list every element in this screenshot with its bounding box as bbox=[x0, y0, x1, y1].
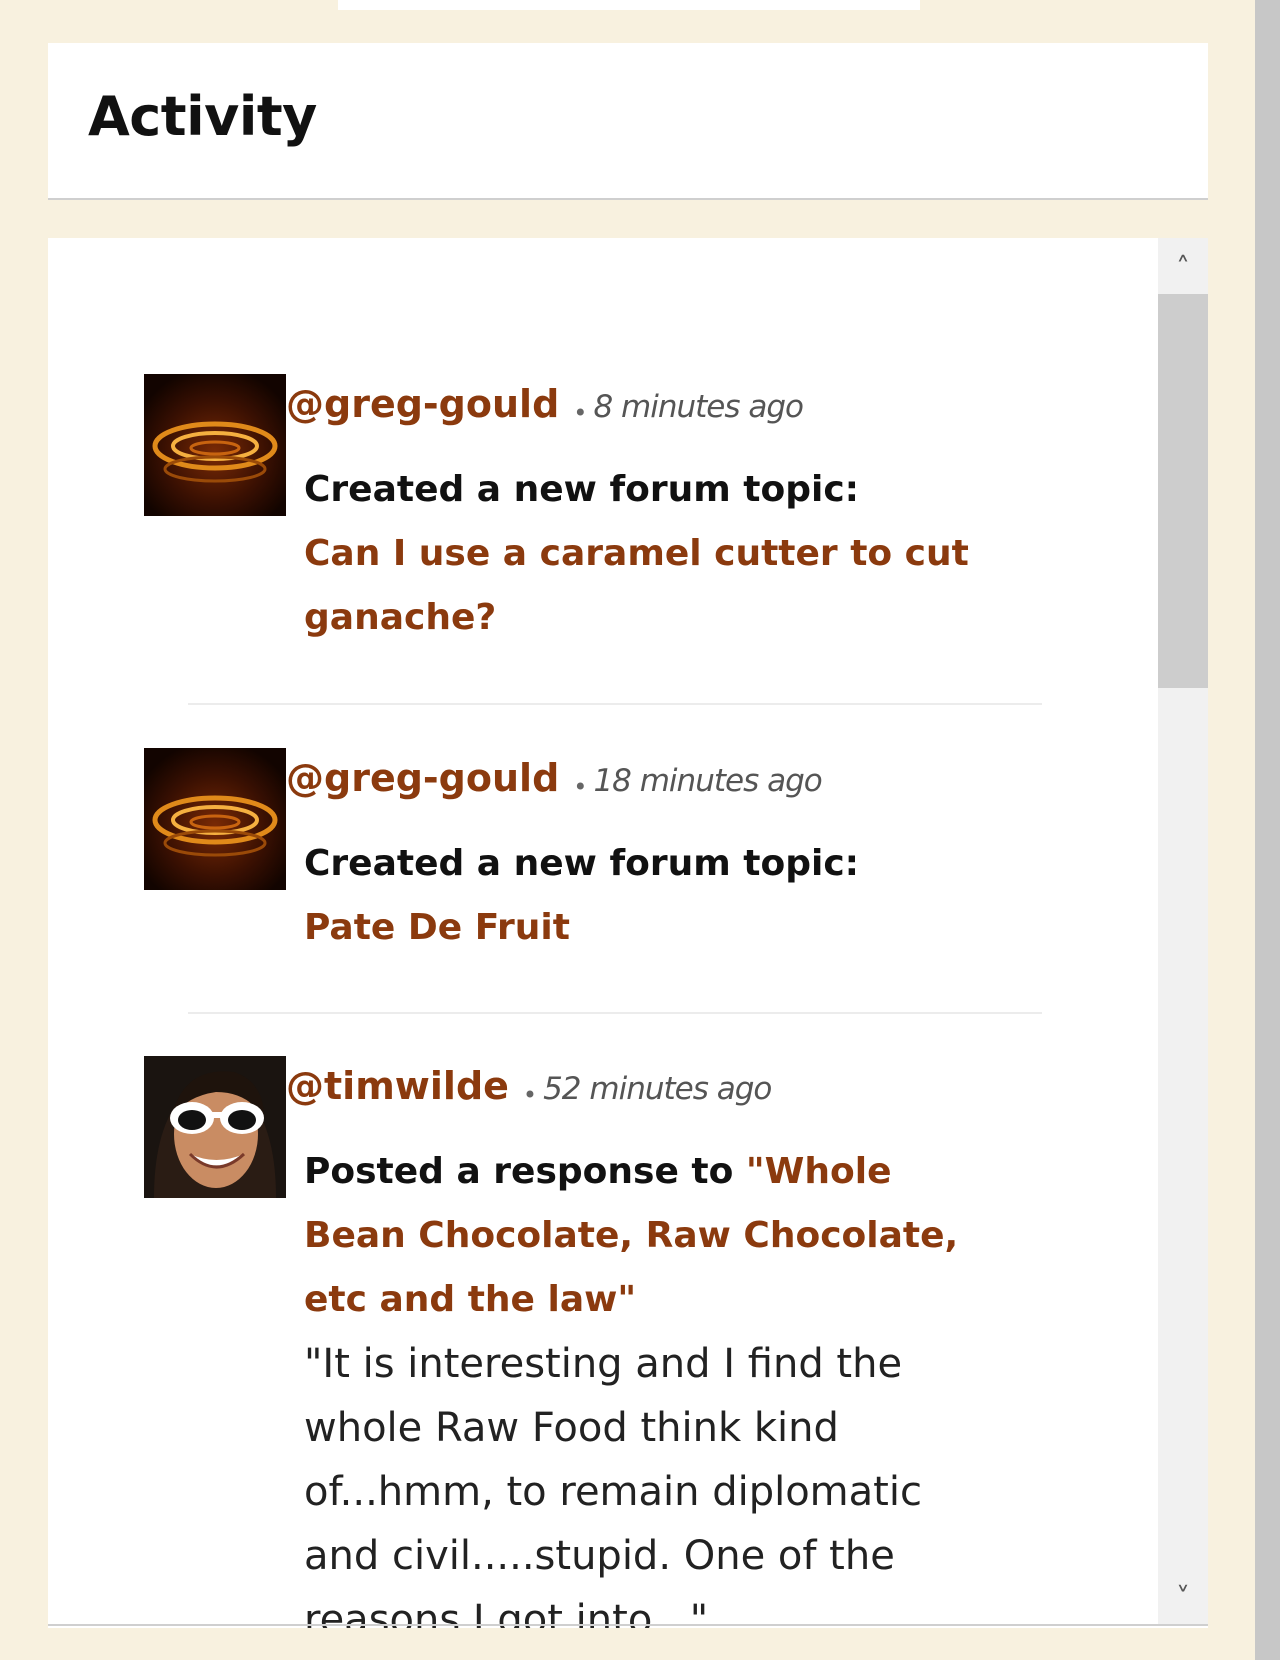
orange-ripple-avatar[interactable] bbox=[144, 374, 286, 516]
action-text: Posted a response to bbox=[304, 1151, 734, 1192]
action-text: Created a new forum topic: bbox=[304, 843, 860, 884]
topic-link[interactable]: Pate De Fruit bbox=[304, 896, 1004, 960]
activity-feed[interactable]: @greg-gould • 8 minutes ago Created a new … bbox=[48, 238, 1208, 1628]
activity-header: Activity bbox=[48, 43, 1208, 200]
topic-link[interactable]: Can I use a caramel cutter to cut ganach… bbox=[304, 522, 1004, 650]
chevron-down-icon[interactable]: ˅ bbox=[1158, 1578, 1208, 1618]
sunglasses-portrait-avatar[interactable] bbox=[144, 1056, 286, 1198]
item-meta: @greg-gould • 18 minutes ago bbox=[286, 756, 823, 801]
username-link[interactable]: @timwilde bbox=[286, 1064, 509, 1108]
page-title: Activity bbox=[88, 85, 317, 148]
timestamp: 18 minutes ago bbox=[593, 763, 822, 799]
item-body: Posted a response to "Whole Bean Chocola… bbox=[304, 1140, 1004, 1628]
chevron-up-icon[interactable]: ˄ bbox=[1158, 248, 1208, 288]
separator-dot: • bbox=[573, 398, 588, 427]
item-meta: @greg-gould • 8 minutes ago bbox=[286, 382, 804, 427]
separator-dot: • bbox=[573, 772, 588, 801]
username-link[interactable]: @greg-gould bbox=[286, 382, 559, 426]
timestamp: 8 minutes ago bbox=[593, 389, 804, 425]
item-meta: @timwilde • 52 minutes ago bbox=[286, 1064, 772, 1109]
scrollbar-thumb[interactable] bbox=[1158, 294, 1208, 688]
page-scrollbar[interactable] bbox=[1255, 0, 1280, 1660]
divider bbox=[188, 703, 1042, 705]
username-link[interactable]: @greg-gould bbox=[286, 756, 559, 800]
item-body: Created a new forum topic: Pate De Fruit bbox=[304, 832, 1004, 960]
feed-scrollbar[interactable]: ˄ ˅ bbox=[1158, 238, 1208, 1626]
top-tab-edge bbox=[338, 0, 920, 10]
divider bbox=[188, 1012, 1042, 1014]
action-text: Created a new forum topic: bbox=[304, 469, 860, 510]
separator-dot: • bbox=[522, 1080, 538, 1109]
orange-ripple-avatar[interactable] bbox=[144, 748, 286, 890]
timestamp: 52 minutes ago bbox=[543, 1071, 772, 1107]
response-excerpt: "It is interesting and I find the whole … bbox=[304, 1341, 922, 1628]
item-body: Created a new forum topic: Can I use a c… bbox=[304, 458, 1004, 650]
feed-bottom-border bbox=[48, 1624, 1208, 1626]
